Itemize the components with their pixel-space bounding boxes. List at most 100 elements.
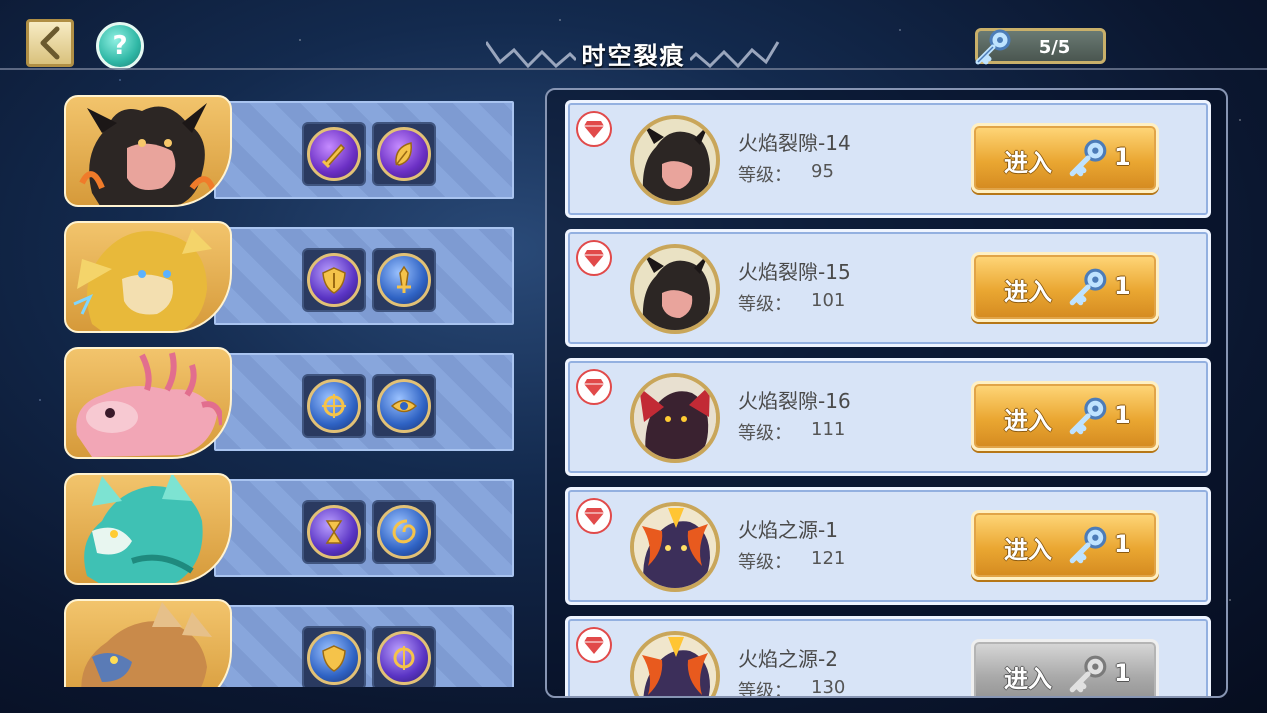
stage-level-label: 等级： [738, 294, 792, 315]
ruby-badge [576, 498, 612, 534]
ruby-icon [584, 250, 604, 267]
enter-button[interactable]: 进入 1 [971, 123, 1159, 193]
stage-level-value: 130 [811, 677, 846, 698]
ruby-icon [584, 121, 604, 138]
stage-level-value: 121 [811, 548, 846, 569]
key-cost: 1 [1114, 143, 1131, 171]
ruby-icon [584, 379, 604, 396]
stage-boss-avatar [630, 502, 720, 592]
enter-button-label: 进入 [1004, 149, 1052, 177]
ruby-badge [576, 627, 612, 663]
skill-slot[interactable] [302, 626, 366, 687]
stage-name: 火焰裂隙-16 [738, 389, 851, 413]
fire-dragon-avatar-icon [634, 635, 716, 696]
swirl-orb-icon [392, 519, 416, 544]
bronze-dragon-portrait-icon [81, 602, 212, 687]
skill-slot[interactable] [372, 122, 436, 186]
dragon-portrait [64, 347, 232, 459]
feather-orb-icon [395, 142, 412, 166]
ruby-icon [584, 637, 604, 654]
title-ornament-right-icon [690, 41, 780, 68]
stage-name: 火焰之源-1 [738, 518, 838, 542]
stage-name: 火焰裂隙-15 [738, 260, 851, 284]
skill-slot[interactable] [372, 248, 436, 312]
dragon-portrait [64, 221, 232, 333]
stage-level-label: 等级： [738, 165, 792, 186]
dragon-row[interactable] [64, 473, 519, 585]
stage-level-value: 111 [811, 419, 846, 440]
stage-level-label: 等级： [738, 681, 792, 698]
stage-card: 火焰之源-1 等级： 121 进入 1 [565, 487, 1211, 605]
stage-list[interactable]: 火焰裂隙-14 等级： 95 进入 1 火焰裂隙-15 等级： 101 进入 1… [545, 88, 1228, 698]
stage-level-value: 95 [811, 161, 834, 182]
stage-level-value: 101 [811, 290, 846, 311]
header-divider [0, 68, 1267, 70]
key-icon [1069, 655, 1107, 693]
fire-dragon-avatar-icon [634, 506, 716, 588]
dragon-portrait [64, 95, 232, 207]
key-cost: 1 [1114, 659, 1131, 687]
black-dragon-avatar-icon [642, 253, 710, 330]
stage-name: 火焰裂隙-14 [738, 131, 851, 155]
stage-card: 火焰之源-2 等级： 130 进入 1 [565, 616, 1211, 698]
skill-slot[interactable] [302, 122, 366, 186]
key-cost: 1 [1114, 272, 1131, 300]
dragon-row[interactable] [64, 347, 519, 459]
pink-dragon-portrait-icon [76, 352, 222, 457]
stage-boss-avatar [630, 631, 720, 696]
ruby-badge [576, 111, 612, 147]
key-icon [975, 29, 1011, 65]
black-dragon-avatar-icon [642, 124, 710, 201]
ruby-badge [576, 369, 612, 405]
stage-boss-avatar [630, 115, 720, 205]
key-icon [1069, 397, 1107, 435]
skill-slot[interactable] [302, 248, 366, 312]
stage-card: 火焰裂隙-15 等级： 101 进入 1 [565, 229, 1211, 347]
shield-orb-icon [322, 645, 346, 672]
key-icon [1069, 139, 1107, 177]
dragon-list[interactable] [64, 95, 519, 687]
teal-dragon-portrait-icon [84, 475, 203, 583]
red-dark-dragon-avatar-icon [634, 377, 716, 459]
stage-level-label: 等级： [738, 423, 792, 444]
key-icon [1069, 268, 1107, 306]
stage-card: 火焰裂隙-14 等级： 95 进入 1 [565, 100, 1211, 218]
key-icon [1069, 526, 1107, 564]
black-dragon-portrait-icon [79, 103, 217, 205]
enter-button-label: 进入 [1004, 278, 1052, 306]
hourglass-orb-icon [325, 520, 343, 544]
golden-dragon-portrait-icon [73, 229, 212, 331]
ruby-icon [584, 508, 604, 525]
stage-level-label: 等级： [738, 552, 792, 573]
enter-button[interactable]: 进入 1 [971, 252, 1159, 322]
enter-button-label: 进入 [1004, 407, 1052, 435]
skill-slot[interactable] [302, 374, 366, 438]
enter-button[interactable]: 进入 1 [971, 510, 1159, 580]
top-bar: ? 时空裂痕 5/5 [0, 0, 1267, 70]
dragon-portrait [64, 473, 232, 585]
stage-boss-avatar [630, 373, 720, 463]
enter-button-label: 进入 [1004, 536, 1052, 564]
blade-orb-icon [397, 265, 411, 293]
dragon-row[interactable] [64, 221, 519, 333]
shield-orb-icon [322, 267, 346, 294]
crest-orb-icon [393, 646, 415, 670]
dragon-row[interactable] [64, 599, 519, 687]
skill-slot[interactable] [372, 500, 436, 564]
dragon-portrait [64, 599, 232, 687]
enter-button[interactable]: 进入 1 [971, 381, 1159, 451]
enter-button-disabled[interactable]: 进入 1 [971, 639, 1159, 696]
stage-boss-avatar [630, 244, 720, 334]
skill-slot[interactable] [372, 626, 436, 687]
crest-orb-icon [322, 394, 346, 418]
skill-slot[interactable] [302, 500, 366, 564]
dragon-row[interactable] [64, 95, 519, 207]
sword-orb-icon [321, 143, 346, 169]
enter-button-label: 进入 [1004, 665, 1052, 693]
key-cost: 1 [1114, 401, 1131, 429]
key-counter: 5/5 [975, 28, 1106, 65]
eye-orb-icon [390, 399, 418, 413]
skill-slot[interactable] [372, 374, 436, 438]
ruby-badge [576, 240, 612, 276]
stage-name: 火焰之源-2 [738, 647, 838, 671]
